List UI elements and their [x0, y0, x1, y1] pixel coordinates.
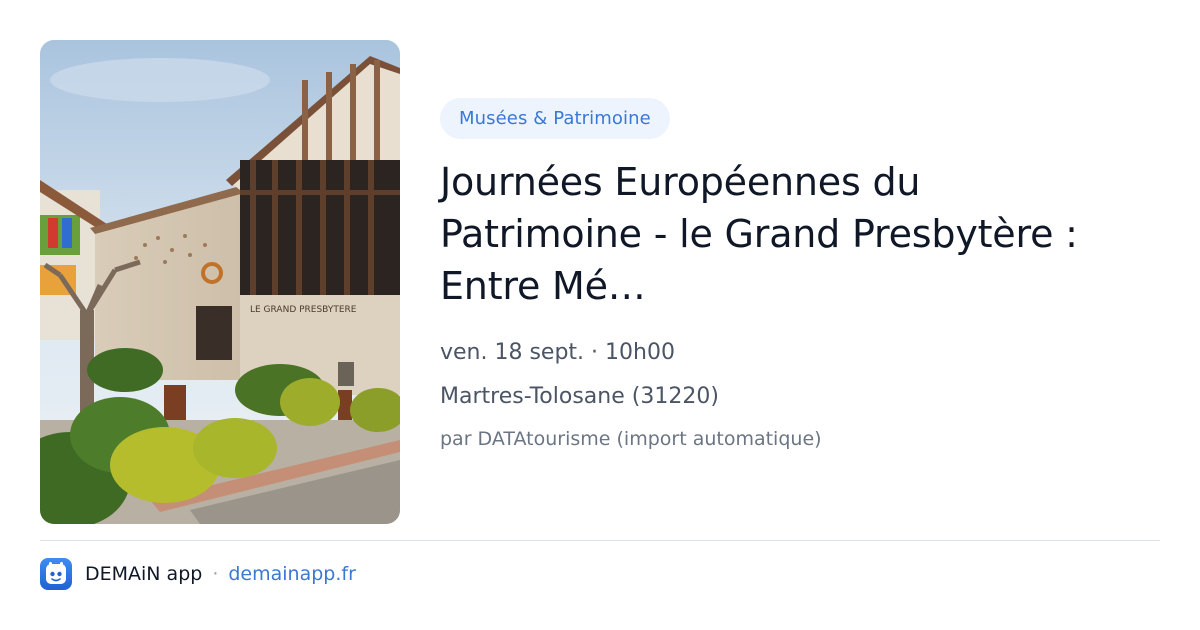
footer-divider — [40, 540, 1160, 541]
event-source: par DATAtourisme (import automatique) — [440, 428, 822, 450]
footer-separator: · — [212, 563, 219, 585]
event-photo: LE GRAND PRESBYTERE — [40, 40, 400, 524]
app-domain-link[interactable]: demainapp.fr — [228, 563, 356, 585]
event-datetime: ven. 18 sept. · 10h00 — [440, 340, 675, 365]
photo-sign-text: LE GRAND PRESBYTERE — [250, 305, 357, 315]
app-footer: DEMAiN app · demainapp.fr — [40, 558, 356, 590]
app-name: DEMAiN app — [85, 563, 203, 585]
category-tag[interactable]: Musées & Patrimoine — [440, 98, 670, 139]
event-location: Martres-Tolosane (31220) — [440, 384, 719, 409]
event-title[interactable]: Journées Européennes du Patrimoine - le … — [440, 156, 1130, 312]
event-details: Musées & Patrimoine Journées Européennes… — [440, 98, 1160, 452]
demain-app-icon — [40, 558, 72, 590]
